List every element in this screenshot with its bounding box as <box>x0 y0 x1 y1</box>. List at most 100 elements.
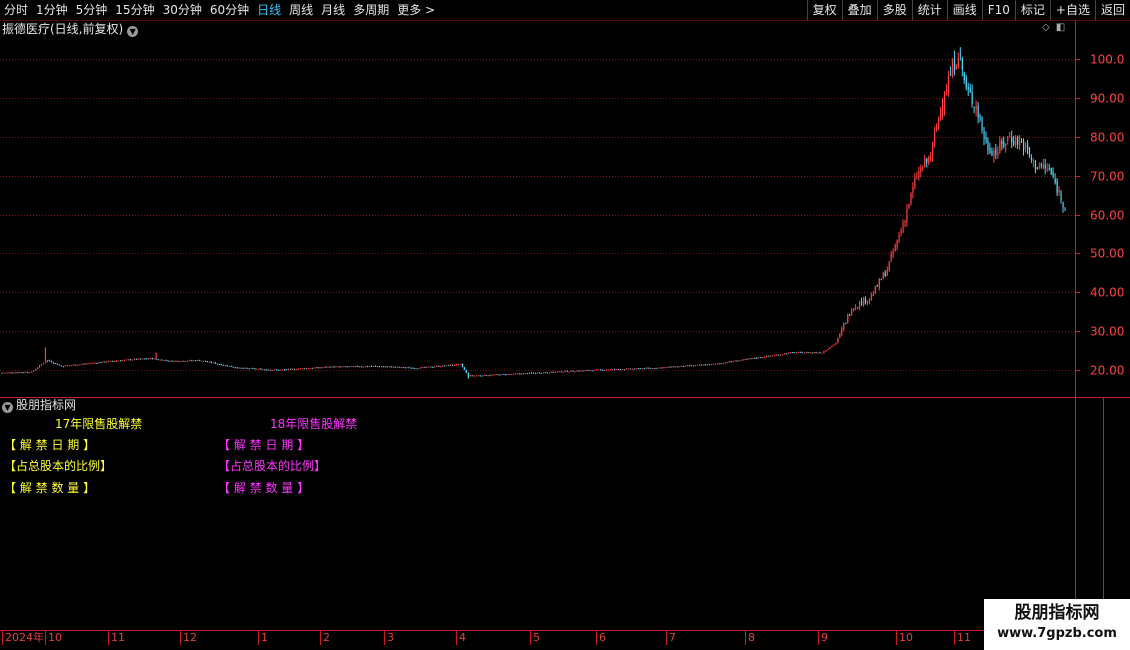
candle-body <box>857 307 859 309</box>
candle-body <box>222 364 224 366</box>
candle-body <box>967 86 969 90</box>
candle-body <box>863 297 865 306</box>
candle-body <box>378 366 381 368</box>
x-tick-label: 12 <box>183 631 197 644</box>
candle-body <box>700 364 703 366</box>
candle-body <box>416 368 418 370</box>
candle-body <box>48 360 51 362</box>
candle-body <box>224 365 226 367</box>
candle-body <box>884 272 886 277</box>
candle-body <box>86 363 88 365</box>
candle-body <box>835 342 837 345</box>
candle-body <box>712 363 714 365</box>
candle-body <box>556 371 558 373</box>
candle-body <box>600 369 602 371</box>
candle-body <box>133 358 136 360</box>
candle-body <box>975 106 977 110</box>
candle-body <box>274 369 276 371</box>
candle-body <box>19 372 21 374</box>
col1-share-ratio: 【占总股本的比例】 <box>4 459 113 473</box>
candle-body <box>94 362 96 364</box>
candle-body <box>872 294 874 296</box>
candle-body <box>315 367 317 369</box>
candle-body <box>88 363 90 365</box>
candle-body <box>185 361 187 362</box>
candle-body <box>782 354 784 356</box>
candle-body <box>339 366 341 368</box>
candle-body <box>936 127 938 131</box>
candle-body <box>1027 142 1029 150</box>
candle-body <box>327 366 329 368</box>
candle-body <box>776 354 778 356</box>
candle-body <box>485 374 487 376</box>
candle-body <box>714 363 716 365</box>
candle-body <box>228 366 230 367</box>
candle-body <box>374 365 377 367</box>
candle-body <box>325 366 327 368</box>
candle-body <box>912 186 914 193</box>
candle-body <box>813 352 815 354</box>
candle-body <box>1019 141 1021 146</box>
candle-body <box>955 65 957 69</box>
indicator-header[interactable]: ▼ 股朋指标网 <box>2 397 76 413</box>
chevron-down-icon[interactable]: ▼ <box>127 26 139 37</box>
candle-body <box>659 367 661 369</box>
col1-unlock-quantity: 【 解 禁 数 量 】 <box>4 481 96 495</box>
candle-body <box>845 322 847 324</box>
candle-body <box>669 366 671 368</box>
chart-title[interactable]: 振德医疗(日线,前复权) ▼ <box>2 21 139 37</box>
panel-toggle-icon[interactable]: ◧ <box>1056 22 1065 33</box>
candle-body <box>173 360 175 362</box>
candle-body <box>774 355 776 356</box>
candle-body <box>3 372 5 374</box>
chevron-down-icon[interactable]: ▼ <box>2 402 13 413</box>
candle-body <box>147 358 149 360</box>
candle-body <box>270 369 272 371</box>
candle-body <box>33 370 35 372</box>
candle-body <box>537 372 539 374</box>
candle-body <box>584 370 586 372</box>
candle-body <box>523 373 525 375</box>
candle-body <box>234 367 236 369</box>
candle-body <box>876 285 878 287</box>
candle-body <box>203 360 205 362</box>
candle-body <box>262 369 264 371</box>
x-tick-label: 11 <box>111 631 125 644</box>
candle-body <box>803 352 805 354</box>
candle-body <box>226 365 228 367</box>
candle-body <box>716 363 718 365</box>
candle-body <box>37 367 39 369</box>
kline-chart[interactable]: 100.0 90.00 80.00 70.00 60.00 50.00 40.00 30.00… <box>0 0 1130 650</box>
candle-body <box>116 360 118 362</box>
candle-body <box>493 374 495 376</box>
candle-body <box>914 177 916 187</box>
candle-body <box>236 367 238 369</box>
candle-body <box>592 370 594 372</box>
candle-body <box>525 373 527 375</box>
candle-body <box>535 372 537 374</box>
candle-body <box>833 344 835 346</box>
candle-body <box>675 366 677 368</box>
candle-body <box>469 375 471 377</box>
candle-body <box>944 97 946 109</box>
candle-body <box>1003 141 1005 147</box>
candle-body <box>98 362 100 364</box>
candle-body <box>412 367 414 369</box>
candle-body <box>50 361 53 363</box>
candle-body <box>278 369 280 371</box>
diamond-icon[interactable]: ◇ <box>1042 22 1050 33</box>
candle-body <box>501 374 503 376</box>
candle-body <box>746 358 748 360</box>
candle-body <box>519 373 521 375</box>
candle-body <box>957 57 959 66</box>
candle-body <box>989 147 991 153</box>
candle-body <box>216 363 219 365</box>
candle-body <box>621 369 624 371</box>
candle-body <box>552 371 554 373</box>
candle-body <box>1042 164 1044 168</box>
candle-body <box>568 371 570 373</box>
candle-body <box>122 360 124 362</box>
candle-body <box>131 359 134 361</box>
candle-body <box>639 368 641 370</box>
candle-body <box>896 240 898 247</box>
